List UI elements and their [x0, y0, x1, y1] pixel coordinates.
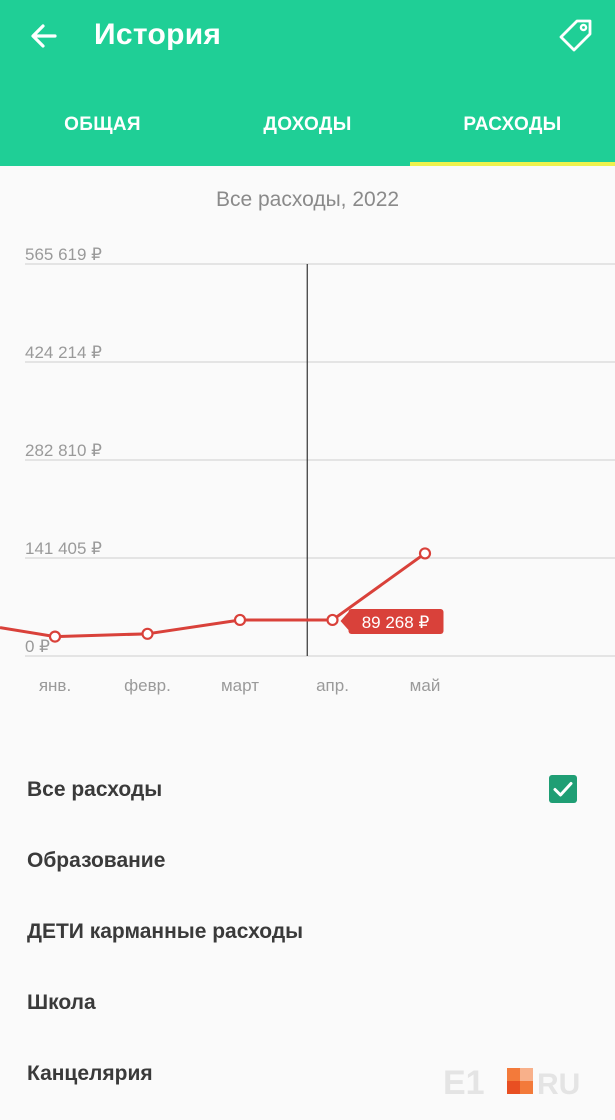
tab-expenses[interactable]: РАСХОДЫ [410, 96, 615, 166]
list-item-label: Школа [27, 991, 96, 1014]
arrow-left-icon [31, 24, 57, 48]
x-tick-label: апр. [316, 676, 349, 695]
list-item-label: ДЕТИ карманные расходы [27, 920, 304, 943]
expenses-line-chart[interactable]: 0 ₽ 141 405 ₽ 282 810 ₽ 424 214 ₽ 565 619 ₽ я… [0, 236, 615, 706]
list-item-kids-pocket-money[interactable]: ДЕТИ карманные расходы [0, 897, 615, 968]
check-icon [553, 782, 573, 797]
tab-general[interactable]: ОБЩАЯ [0, 96, 205, 166]
checkbox-checked[interactable] [549, 775, 577, 803]
tooltip-label: 89 268 ₽ [362, 613, 430, 632]
data-point [326, 613, 339, 627]
y-tick-label: 141 405 ₽ [25, 539, 102, 558]
tag-button[interactable] [556, 16, 596, 56]
list-item-label: Образование [27, 849, 166, 872]
tab-income[interactable]: ДОХОДЫ [205, 96, 410, 166]
data-point [418, 547, 432, 560]
page-title: История [94, 18, 222, 51]
y-tick-label: 565 619 ₽ [25, 245, 102, 264]
app-bar: История ОБЩАЯ ДОХОДЫ РАСХОДЫ [0, 0, 615, 166]
list-item-education[interactable]: Образование [0, 826, 615, 897]
list-item-all-expenses[interactable]: Все расходы [0, 755, 615, 826]
data-point [48, 630, 62, 643]
y-tick-label: 0 ₽ [25, 637, 50, 656]
tab-bar: ОБЩАЯ ДОХОДЫ РАСХОДЫ [0, 96, 615, 166]
x-tick-label: май [410, 676, 441, 695]
list-item-label: Все расходы [27, 778, 163, 801]
y-tick-label: 282 810 ₽ [25, 441, 102, 460]
category-list: Все расходы Образование ДЕТИ карманные р… [0, 755, 615, 1110]
list-item-label: Канцелярия [27, 1062, 153, 1085]
data-point [141, 627, 154, 640]
y-tick-label: 424 214 ₽ [25, 343, 102, 362]
back-button[interactable] [26, 18, 62, 54]
tag-icon [559, 19, 592, 52]
x-tick-label: март [221, 676, 259, 695]
x-tick-label: янв. [39, 676, 71, 695]
watermark-suffix: RU [537, 1068, 580, 1100]
list-item-school[interactable]: Школа [0, 968, 615, 1039]
x-tick-label: февр. [124, 676, 171, 695]
data-point [233, 613, 247, 627]
e1-watermark-logo: E1 RU [443, 1064, 580, 1100]
watermark-brand: E1 [443, 1064, 485, 1100]
chart-title: Все расходы, 2022 [215, 188, 400, 211]
